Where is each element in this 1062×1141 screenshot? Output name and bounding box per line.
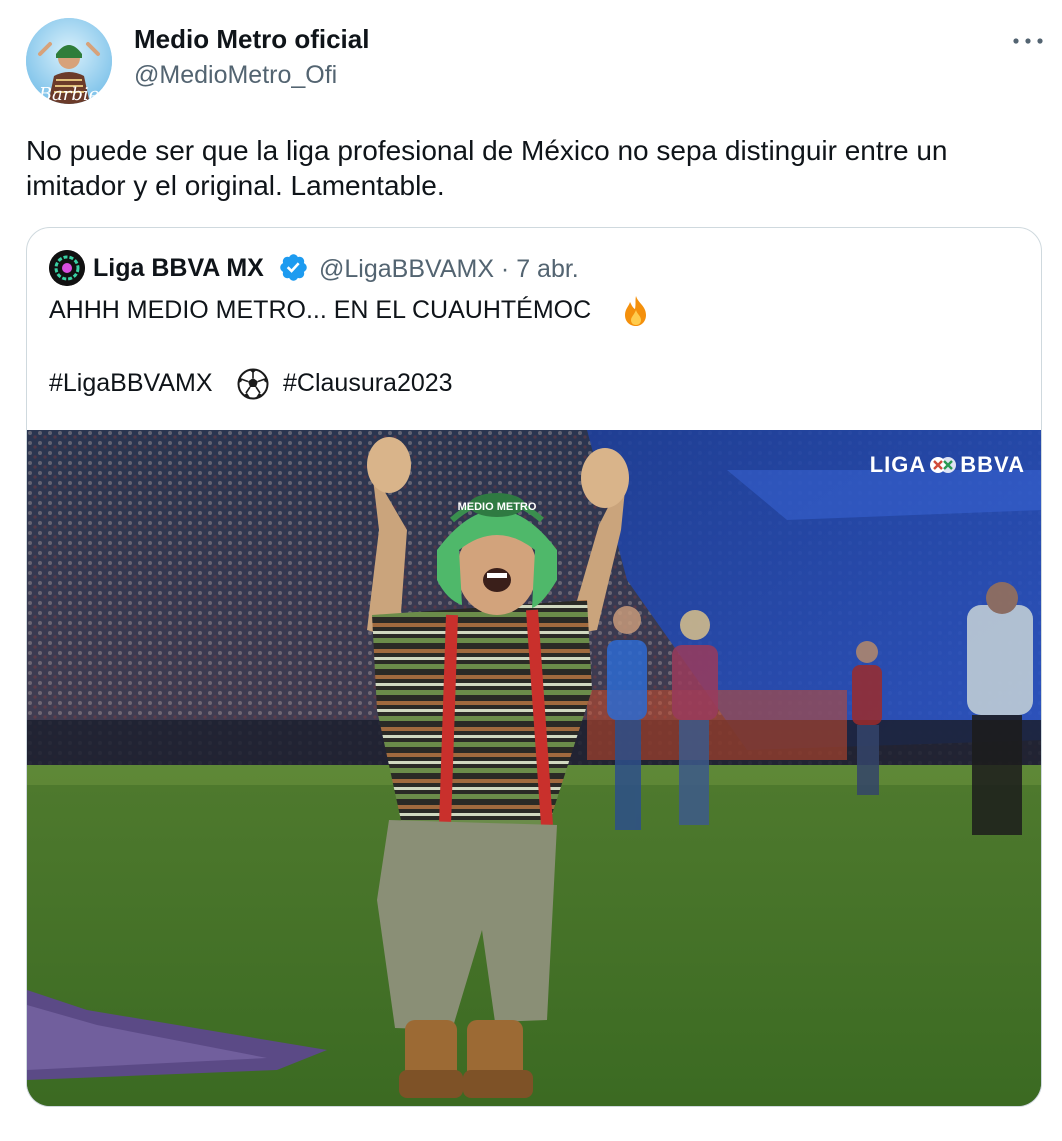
- hashtag-clausura2023[interactable]: #Clausura2023: [283, 369, 453, 398]
- hashtag-ligabbvamx[interactable]: #LigaBBVAMX: [49, 369, 213, 398]
- author-avatar[interactable]: Barbie: [26, 18, 112, 104]
- hat-label: MEDIO METRO: [458, 501, 537, 513]
- watermark-liga: LIGA: [869, 452, 927, 477]
- avatar-image: Barbie: [26, 18, 112, 104]
- avatar-caption: Barbie: [38, 84, 100, 104]
- quoted-tweet[interactable]: Liga BBVA MX @LigaBBVAMX · 7 abr. AHHH M…: [26, 227, 1042, 1107]
- quoted-tweet-meta[interactable]: @LigaBBVAMX · 7 abr.: [319, 255, 579, 284]
- quoted-author-avatar[interactable]: [49, 250, 85, 286]
- quoted-tweet-text: AHHH MEDIO METRO... EN EL CUAUHTÉMOC: [49, 296, 592, 324]
- watermark-bbva: BBVA: [960, 452, 1025, 477]
- verified-icon: [278, 252, 309, 283]
- author-name[interactable]: Medio Metro oficial: [134, 24, 369, 55]
- quoted-tweet-photo[interactable]: MEDIO METRO LIGA BBVA: [27, 430, 1041, 1106]
- more-icon[interactable]: [1010, 30, 1046, 52]
- soccer-ball-icon: [237, 368, 269, 400]
- quoted-author-name[interactable]: Liga BBVA MX: [93, 254, 264, 283]
- fire-icon: [619, 294, 653, 328]
- author-handle[interactable]: @MedioMetro_Ofi: [134, 61, 337, 90]
- tweet-text: No puede ser que la liga profesional de …: [26, 135, 948, 201]
- stadium-photo: MEDIO METRO: [27, 430, 1041, 1106]
- liga-bbva-watermark: LIGA BBVA: [870, 452, 1025, 478]
- liga-mx-logo-icon: [930, 457, 957, 473]
